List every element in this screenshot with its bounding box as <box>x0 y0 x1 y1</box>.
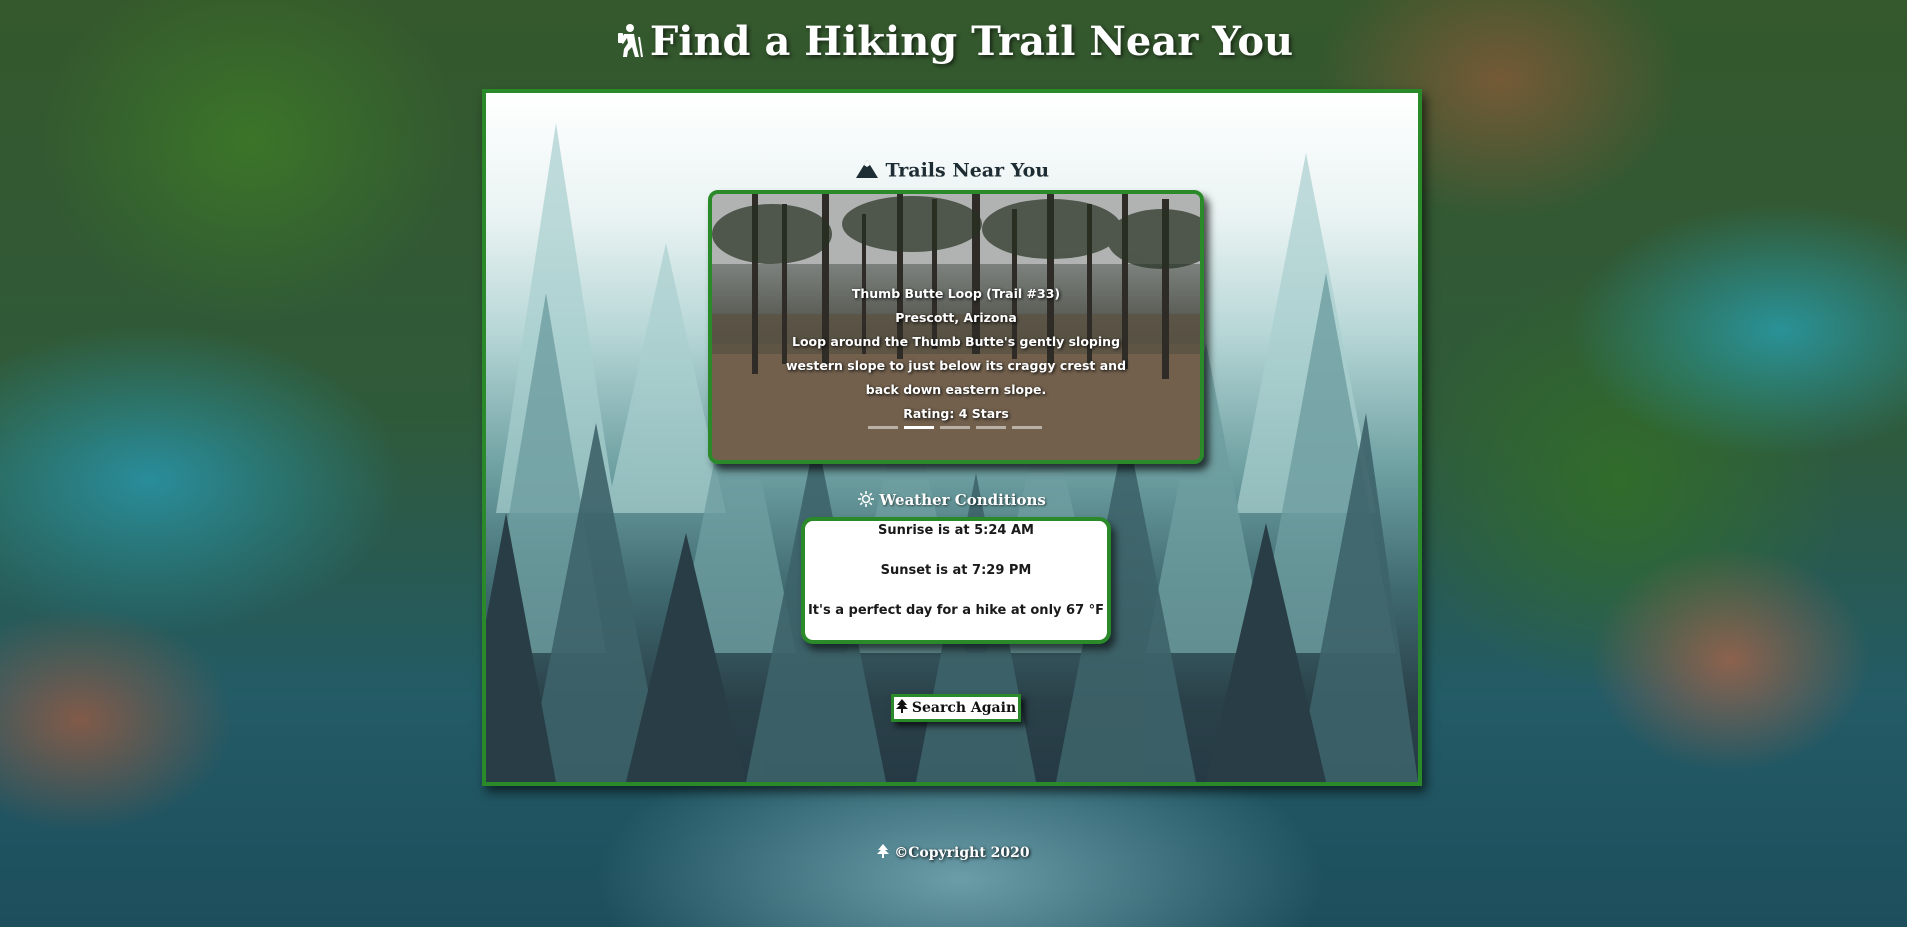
carousel-indicators <box>868 426 1042 429</box>
trail-location: Prescott, Arizona <box>895 310 1017 325</box>
sunrise-text: Sunrise is at 5:24 AM <box>878 523 1034 538</box>
trail-rating: Rating: 4 Stars <box>903 406 1009 421</box>
carousel-indicator-3[interactable] <box>940 426 970 429</box>
mountain-icon <box>855 159 879 184</box>
carousel-indicator-4[interactable] <box>976 426 1006 429</box>
weather-card: Sunrise is at 5:24 AM Sunset is at 7:29 … <box>801 517 1111 644</box>
carousel-indicator-2[interactable] <box>904 426 934 429</box>
trail-description: Loop around the Thumb Butte's gently slo… <box>785 334 1127 397</box>
slide-caption: Thumb Butte Loop (Trail #33) Prescott, A… <box>782 282 1130 426</box>
weather-section-title: Weather Conditions <box>486 491 1418 511</box>
tree-icon <box>877 844 890 862</box>
sunset-text: Sunset is at 7:29 PM <box>880 563 1032 578</box>
temperature-summary: It's a perfect day for a hike at only 67… <box>807 603 1105 618</box>
hiker-icon <box>614 22 644 69</box>
copyright-text: ©Copyright 2020 <box>894 845 1030 861</box>
search-again-button[interactable]: Search Again <box>891 694 1021 722</box>
weather-section-title-text: Weather Conditions <box>879 491 1046 509</box>
page-title-text: Find a Hiking Trail Near You <box>649 18 1294 65</box>
sun-icon <box>858 491 875 511</box>
tree-icon <box>895 699 908 717</box>
carousel-indicator-1[interactable] <box>868 426 898 429</box>
footer: ©Copyright 2020 <box>0 844 1907 862</box>
search-again-label: Search Again <box>911 700 1017 716</box>
page-title: Find a Hiking Trail Near You <box>0 18 1907 69</box>
trail-name: Thumb Butte Loop (Trail #33) <box>851 286 1061 301</box>
carousel-indicator-5[interactable] <box>1012 426 1042 429</box>
trails-section-title: Trails Near You <box>486 159 1418 184</box>
trail-carousel[interactable]: Thumb Butte Loop (Trail #33) Prescott, A… <box>708 190 1204 464</box>
trails-section-title-text: Trails Near You <box>885 159 1050 182</box>
main-panel: Trails Near You Thumb Butte Loop (Trail … <box>482 89 1422 786</box>
